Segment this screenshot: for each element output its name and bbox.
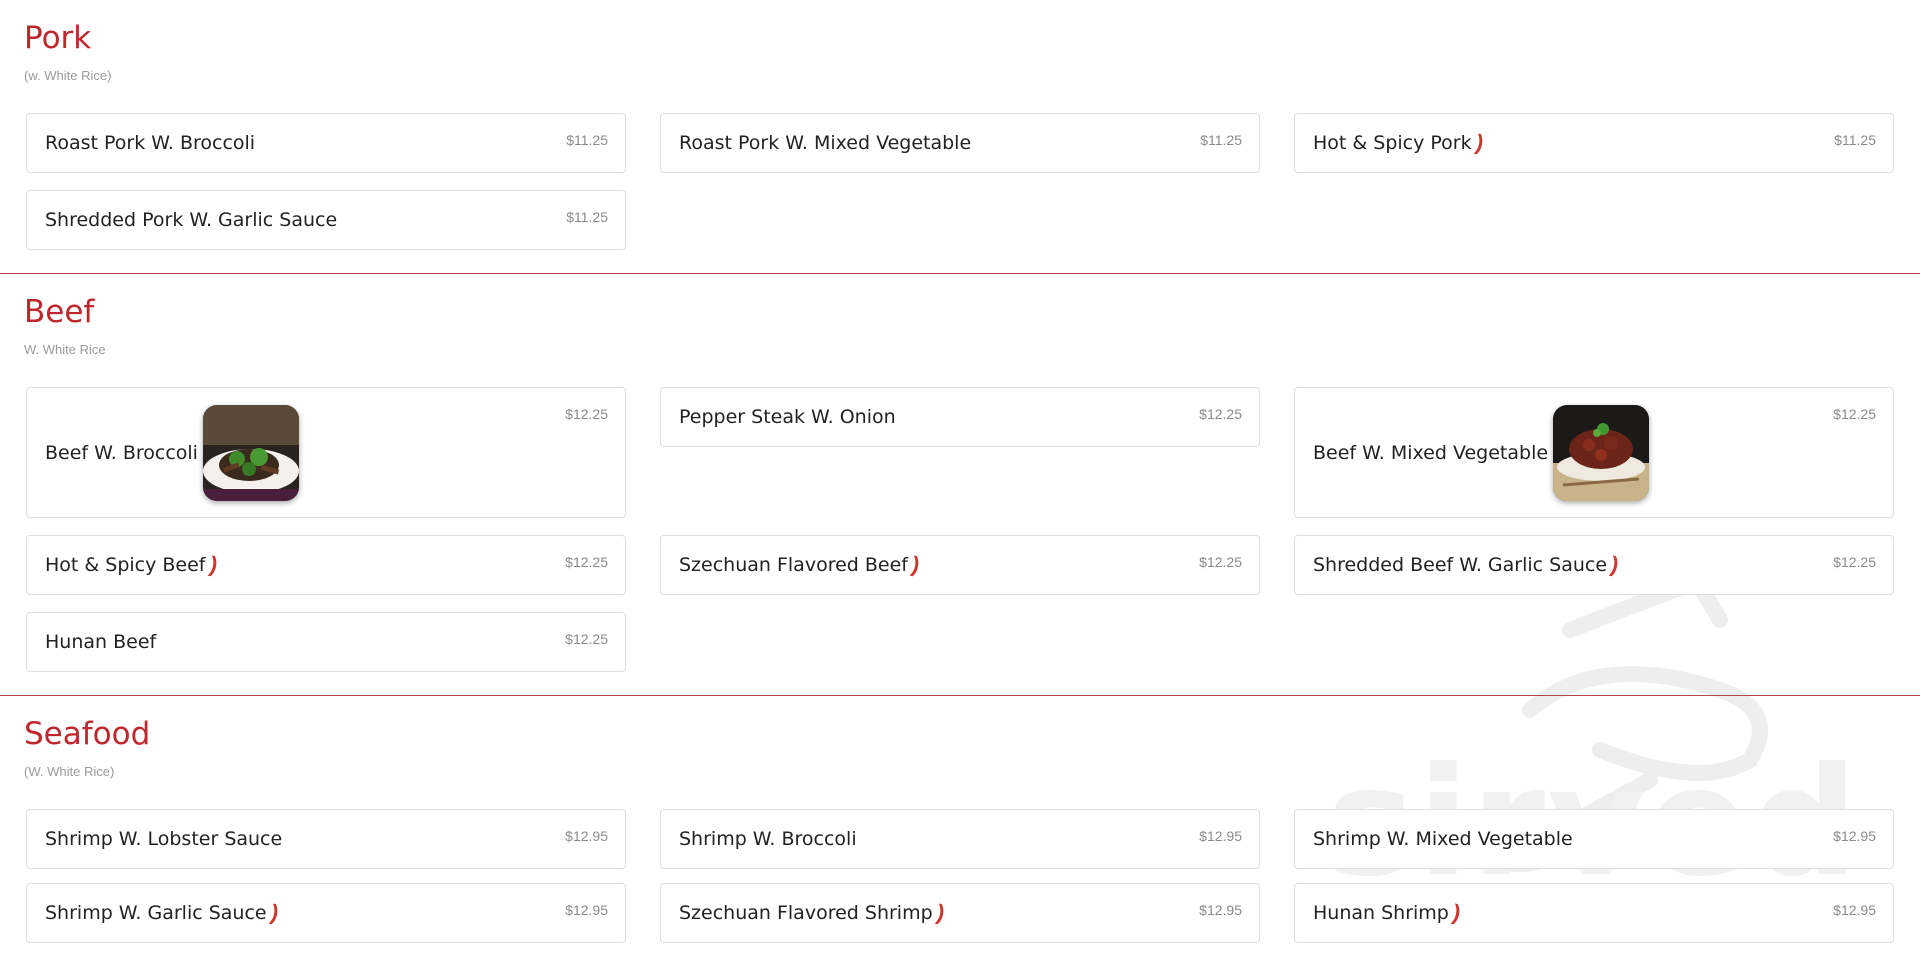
item-price: $11.25 [1834,132,1876,148]
menu-item-grid: Beef W. Broccoli $12.25 Pepper Steak W. … [24,387,1896,695]
category-title: Pork [24,20,92,56]
item-name: Hunan Beef [45,631,157,653]
menu-item[interactable]: Beef W. Mixed Vegetable $12.25 [1294,387,1894,518]
chili-pepper-icon: ) [268,899,281,926]
category-subtitle: W. White Rice [24,342,106,357]
chili-pepper-icon: ) [207,551,220,578]
beef-mixed-vegetable-photo[interactable] [1553,404,1650,501]
category-seafood: Seafood (W. White Rice) Shrimp W. Lobste… [0,696,1920,966]
menu-item[interactable]: Shrimp W. Mixed Vegetable $12.95 [1294,809,1894,869]
item-price: $12.95 [1199,902,1242,918]
menu-item[interactable]: Shredded Beef W. Garlic Sauce ) $12.25 [1294,535,1894,595]
item-name: Szechuan Flavored Shrimp [679,902,933,924]
item-price: $12.25 [565,631,608,647]
menu-item[interactable]: Shrimp W. Broccoli $12.95 [660,809,1260,869]
item-price: $12.95 [565,902,608,918]
menu-item-grid: Roast Pork W. Broccoli $11.25 Roast Pork… [24,113,1896,273]
menu-item[interactable]: Beef W. Broccoli $12.25 [26,387,626,518]
menu-item[interactable]: Roast Pork W. Broccoli $11.25 [26,113,626,173]
category-beef: Beef W. White Rice Beef W. Broccoli $12.… [0,274,1920,696]
item-price: $11.25 [1200,132,1242,148]
item-price: $11.25 [566,209,608,225]
item-price: $12.25 [1199,406,1242,422]
chili-pepper-icon: ) [1608,551,1621,578]
chili-pepper-icon: ) [909,551,922,578]
item-name: Pepper Steak W. Onion [679,406,896,428]
beef-broccoli-photo[interactable] [202,404,299,501]
category-title: Seafood [24,716,151,752]
item-price: $12.25 [1833,554,1876,570]
item-price: $12.95 [1199,828,1242,844]
item-name: Shredded Pork W. Garlic Sauce [45,209,338,231]
menu-item[interactable]: Szechuan Flavored Shrimp ) $12.95 [660,883,1260,943]
item-price: $12.95 [1833,902,1876,918]
menu-item[interactable]: Szechuan Flavored Beef ) $12.25 [660,535,1260,595]
item-price: $11.25 [566,132,608,148]
menu-item[interactable]: Roast Pork W. Mixed Vegetable $11.25 [660,113,1260,173]
item-name: Hot & Spicy Pork [1313,132,1472,154]
menu-item[interactable]: Shrimp W. Lobster Sauce $12.95 [26,809,626,869]
category-pork: Pork (w. White Rice) Roast Pork W. Brocc… [0,0,1920,274]
item-name: Shrimp W. Lobster Sauce [45,828,283,850]
menu-item[interactable]: Shrimp W. Garlic Sauce ) $12.95 [26,883,626,943]
menu-item[interactable]: Pepper Steak W. Onion $12.25 [660,387,1260,447]
item-price: $12.25 [1199,554,1242,570]
item-price: $12.25 [1833,406,1876,422]
menu-item[interactable]: Hunan Beef $12.25 [26,612,626,672]
chili-pepper-icon: ) [934,899,947,926]
item-name: Roast Pork W. Broccoli [45,132,256,154]
category-subtitle: (w. White Rice) [24,68,112,83]
menu-item-grid: Shrimp W. Lobster Sauce $12.95 Shrimp W.… [24,809,1896,966]
menu-item[interactable]: Hunan Shrimp ) $12.95 [1294,883,1894,943]
category-title: Beef [24,294,95,330]
item-price: $12.95 [1833,828,1876,844]
item-name: Hunan Shrimp [1313,902,1449,924]
item-price: $12.25 [565,554,608,570]
menu-item[interactable]: Hot & Spicy Pork ) $11.25 [1294,113,1894,173]
item-price: $12.25 [565,406,608,422]
item-name: Roast Pork W. Mixed Vegetable [679,132,972,154]
item-name: Shredded Beef W. Garlic Sauce [1313,554,1608,576]
item-name: Beef W. Broccoli [45,441,198,464]
item-name: Hot & Spicy Beef [45,554,206,576]
chili-pepper-icon: ) [1473,129,1486,156]
item-price: $12.95 [565,828,608,844]
chili-pepper-icon: ) [1450,899,1463,926]
item-name: Shrimp W. Garlic Sauce [45,902,267,924]
item-name: Szechuan Flavored Beef [679,554,908,576]
item-name: Shrimp W. Mixed Vegetable [1313,828,1573,850]
menu-item[interactable]: Hot & Spicy Beef ) $12.25 [26,535,626,595]
item-name: Shrimp W. Broccoli [679,828,857,850]
category-subtitle: (W. White Rice) [24,764,115,779]
menu-item[interactable]: Shredded Pork W. Garlic Sauce $11.25 [26,190,626,250]
item-name: Beef W. Mixed Vegetable [1313,441,1549,464]
